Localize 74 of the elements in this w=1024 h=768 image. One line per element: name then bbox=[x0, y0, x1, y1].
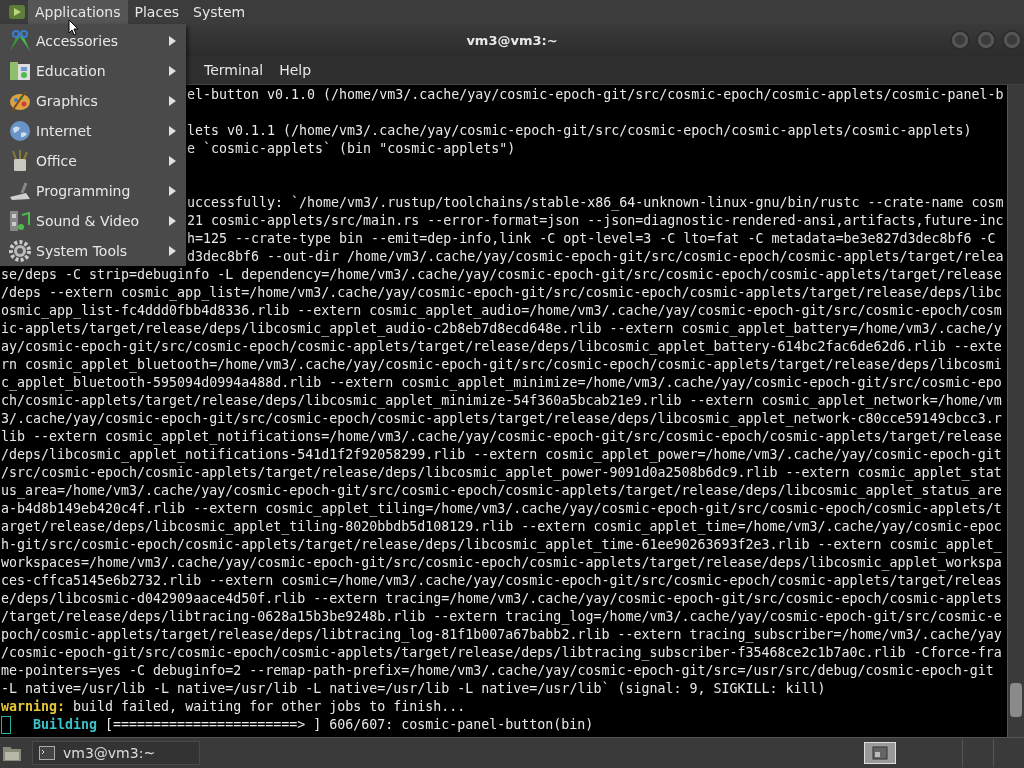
terminal-line: osmic_app_list-fc4ddd0fbb4d8336.rlib --extern cosmic_applet_audio=/home/vm3/.cache/yay/cosmic-epoch-git/src/cosmic-epoch/cosm bbox=[1, 302, 1003, 320]
terminal-line: el-button v0.1.0 (/home/vm3/.cache/yay/cosmic-epoch-git/src/cosmic-epoch/cosmic-applets/cosmic-panel-b bbox=[187, 87, 1004, 102]
warning-label: warning: bbox=[1, 699, 66, 714]
terminal-line: ch/cosmic-applets/target/release/deps/libcosmic_applet_minimize-54f360a5bcab21e9.rlib --extern cosmic_applet_network=/home/vm bbox=[1, 392, 1003, 410]
terminal-icon bbox=[39, 746, 55, 760]
terminal-line: h-git/src/cosmic-epoch/cosmic-applets/target/release/deps/libcosmic_applet_time-61ee90263693f2e3.rlib --extern cosmic_applet_ bbox=[1, 536, 1003, 554]
terminal-line: e/deps/libcosmic-d042909aace4d50f.rlib --extern tracing=/home/vm3/.cache/yay/cosmic-epoch-git/src/cosmic-epoch/cosmic-applets bbox=[1, 590, 1003, 608]
music-film-icon bbox=[8, 209, 32, 233]
terminal-line: ces-cffca5145e6b2732.rlib --extern cosmic=/home/vm3/.cache/yay/cosmic-epoch-git/src/cosmic-epoch/cosmic-applets/target/releas bbox=[1, 572, 1003, 590]
terminal-line: h=125 --crate-type bin --emit=dep-info,link -C opt-level=3 -C lto=fat -C metadata=be3e827d3dec8bf6 -C bbox=[187, 231, 996, 246]
menu-item[interactable]: System Tools bbox=[0, 236, 186, 266]
submenu-arrow-icon bbox=[169, 186, 176, 196]
submenu-arrow-icon bbox=[169, 216, 176, 226]
terminal-line: /src/cosmic-epoch/cosmic-applets/target/release/deps/libcosmic_applet_power-9091d0a2508b6dc9.rlib --extern cosmic_applet_stat bbox=[1, 464, 1003, 482]
scrollbar-thumb[interactable] bbox=[1010, 683, 1022, 717]
submenu-arrow-icon bbox=[169, 126, 176, 136]
terminal-line: c_applet_bluetooth-595094d0994a488d.rlib --extern cosmic_applet_minimize=/home/vm3/.cache/yay/cosmic-epoch-git/src/cosmic-epo bbox=[1, 374, 1003, 392]
menu-item[interactable]: Office bbox=[0, 146, 186, 176]
terminal-line: se/deps -C strip=debuginfo -L dependency=/home/vm3/.cache/yay/cosmic-epoch-git/src/cosmic-epoch/cosmic-applets/target/release bbox=[1, 266, 1003, 284]
terminal-line: me-pointers=yes -C debuginfo=2 --remap-path-prefix=/home/vm3/.cache/yay/cosmic-epoch-git/src=/usr/src/debug/cosmic-epoch-git bbox=[1, 662, 995, 680]
text-cursor bbox=[1, 716, 11, 734]
window-control-icon[interactable] bbox=[976, 30, 996, 50]
submenu-arrow-icon bbox=[169, 156, 176, 166]
terminal-line: /deps/libcosmic_applet_notifications-541d1f2f92058299.rlib --extern cosmic_applet_power=/home/vm3/.cache/yay/cosmic-epoch-git bbox=[1, 446, 1003, 464]
palette-icon bbox=[8, 89, 32, 113]
terminal-line: -L native=/usr/lib -L native=/usr/lib -L native=/usr/lib -L native=/usr/lib` (signal: 9, SIGKILL: kill) bbox=[1, 680, 827, 698]
terminal-line: us_area=/home/vm3/.cache/yay/cosmic-epoch-git/src/cosmic-epoch/cosmic-applets/target/release/deps/libcosmic_applet_status_are bbox=[1, 482, 1003, 500]
terminal-line: ay/cosmic-epoch-git/src/cosmic-epoch/cosmic-applets/target/release/deps/libcosmic_applet_battery-614bc2fac6de62d6.rlib --exte bbox=[1, 338, 1003, 356]
terminal-line: build failed, waiting for other jobs to finish... bbox=[72, 699, 466, 714]
scrollbar[interactable] bbox=[1007, 85, 1024, 737]
taskbar-button[interactable]: vm3@vm3:~ bbox=[32, 741, 200, 765]
progress-text: [=======================> ] 606/607: cosmic-panel-button(bin) bbox=[105, 717, 594, 732]
terminal-line: 3/.cache/yay/cosmic-epoch-git/src/cosmic-epoch/cosmic-applets/target/release/deps/libcosmic_applet_network-c80cce59149cbcc3.r bbox=[1, 410, 1003, 428]
submenu-arrow-icon bbox=[169, 36, 176, 46]
foot-logo-icon bbox=[8, 3, 26, 21]
panel-menu[interactable]: Applications bbox=[28, 0, 128, 24]
terminal-line: lets v0.1.1 (/home/vm3/.cache/yay/cosmic-epoch-git/src/cosmic-epoch/cosmic-applets/cosmic-applets) bbox=[187, 123, 972, 138]
panel-menu[interactable]: System bbox=[186, 0, 253, 24]
folder-icon[interactable] bbox=[2, 744, 22, 762]
menu-item[interactable]: Internet bbox=[0, 116, 186, 146]
window-control-icon[interactable] bbox=[950, 30, 970, 50]
book-icon bbox=[8, 59, 32, 83]
status-label: Building bbox=[33, 717, 98, 732]
mouse-pointer-icon bbox=[68, 19, 79, 36]
menu-item[interactable]: Programming bbox=[0, 176, 186, 206]
terminal-line: ic-applets/target/release/deps/libcosmic_applet_audio-c2b8eb7d8ecd648e.rlib --extern cosmic_applet_battery=/home/vm3/.cache/y bbox=[1, 320, 1003, 338]
menu-item[interactable]: Terminal bbox=[196, 60, 272, 80]
gear-icon bbox=[8, 239, 32, 263]
menu-item[interactable]: Help bbox=[271, 60, 320, 80]
terminal-line: rn cosmic_applet_bluetooth=/home/vm3/.cache/yay/cosmic-epoch-git/src/cosmic-epoch/cosmic-applets/target/release/deps/libcosmi bbox=[1, 356, 1003, 374]
terminal-line: lib --extern cosmic_applet_notifications=/home/vm3/.cache/yay/cosmic-epoch-git/src/cosmic-epoch/cosmic-applets/target/release bbox=[1, 428, 1003, 446]
terminal-line: poch/cosmic-applets/target/release/deps/libtracing_log-81f1b007a67babb2.rlib --extern tracing_subscriber=/home/vm3/.cache/yay bbox=[1, 626, 1003, 644]
workspace-icon[interactable] bbox=[864, 742, 896, 764]
terminal-line: uccessfully: `/home/vm3/.rustup/toolchains/stable-x86_64-unknown-linux-gnu/bin/rustc --crate-name cosm bbox=[187, 195, 1004, 210]
terminal-line: 21 cosmic-applets/src/main.rs --error-format=json --json=diagnostic-rendered-ansi,artifacts,future-inc bbox=[187, 213, 1004, 228]
menu-item[interactable]: Graphics bbox=[0, 86, 186, 116]
menu-item[interactable]: Education bbox=[0, 56, 186, 86]
terminal-line: e `cosmic-applets` (bin "cosmic-applets") bbox=[187, 141, 516, 156]
terminal-line: arget/release/deps/libcosmic_applet_tiling-8020bbdb5d108129.rlib --extern cosmic_applet_time=/home/vm3/.cache/yay/cosmic-epoc bbox=[1, 518, 1003, 536]
terminal-line: /target/release/deps/libtracing-0628a15b3be9248b.rlib --extern tracing_log=/home/vm3/.cache/yay/cosmic-epoch-git/src/cosmic-e bbox=[1, 608, 1003, 626]
menu-item[interactable]: Accessories bbox=[0, 26, 186, 56]
terminal-line: a-b4d8b149eb420c4f.rlib --extern cosmic_applet_tiling=/home/vm3/.cache/yay/cosmic-epoch-git/src/cosmic-epoch/cosmic-applets/t bbox=[1, 500, 1003, 518]
window-control-icon[interactable] bbox=[1002, 30, 1022, 50]
terminal-line: d3dec8bf6 --out-dir /home/vm3/.cache/yay/cosmic-epoch-git/src/cosmic-epoch/cosmic-applets/target/relea bbox=[187, 249, 1004, 264]
globe-icon bbox=[8, 119, 32, 143]
submenu-arrow-icon bbox=[169, 246, 176, 256]
panel-menu[interactable]: Places bbox=[127, 0, 187, 24]
terminal-line: /cosmic-epoch-git/src/cosmic-epoch/cosmic-applets/target/release/deps/libtracing_subscriber-f35468ce2c1b7a0c.rlib -Cforce-fra bbox=[1, 644, 1003, 662]
submenu-arrow-icon bbox=[169, 96, 176, 106]
menu-item[interactable]: Sound & Video bbox=[0, 206, 186, 236]
submenu-arrow-icon bbox=[169, 66, 176, 76]
terminal-line: /deps --extern cosmic_app_list=/home/vm3/.cache/yay/cosmic-epoch-git/src/cosmic-epoch/cosmic-applets/target/release/deps/libc bbox=[1, 284, 1003, 302]
terminal-line: workspaces=/home/vm3/.cache/yay/cosmic-epoch-git/src/cosmic-epoch/cosmic-applets/target/release/deps/libcosmic_applet_workspa bbox=[1, 554, 1003, 572]
window-title: vm3@vm3:~ bbox=[466, 32, 558, 48]
